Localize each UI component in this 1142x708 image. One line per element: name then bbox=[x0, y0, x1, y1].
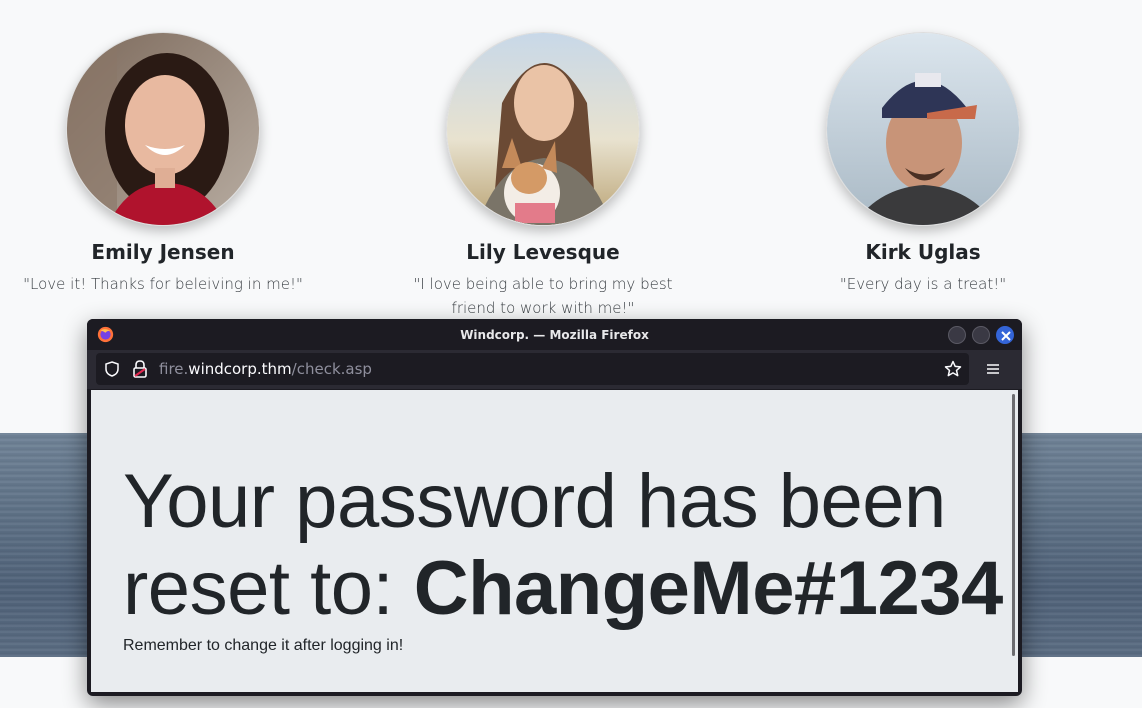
navigation-toolbar: fire.windcorp.thm/check.asp bbox=[87, 350, 1022, 389]
new-password: ChangeMe#1234 bbox=[413, 546, 1004, 631]
url-text[interactable]: fire.windcorp.thm/check.asp bbox=[159, 360, 372, 378]
window-title: Windcorp. — Mozilla Firefox bbox=[460, 327, 649, 342]
testimonial-quote: "I love being able to bring my best frie… bbox=[413, 275, 673, 317]
star-icon[interactable] bbox=[944, 360, 962, 378]
testimonial-card: Emily Jensen "Love it! Thanks for beleiv… bbox=[3, 32, 323, 296]
url-bar[interactable]: fire.windcorp.thm/check.asp bbox=[96, 353, 969, 385]
avatar bbox=[446, 32, 640, 226]
shield-icon[interactable] bbox=[104, 361, 120, 377]
hamburger-menu-icon[interactable] bbox=[986, 363, 1000, 375]
maximize-button[interactable] bbox=[972, 326, 990, 344]
scrollbar[interactable] bbox=[1012, 394, 1015, 656]
url-path: /check.asp bbox=[291, 360, 372, 378]
testimonial-card: Lily Levesque "I love being able to brin… bbox=[383, 32, 703, 320]
reminder-text: Remember to change it after logging in! bbox=[123, 637, 404, 654]
close-icon bbox=[1001, 331, 1011, 341]
avatar bbox=[826, 32, 1020, 226]
close-button[interactable] bbox=[996, 326, 1014, 344]
testimonial-quote: "Every day is a treat!" bbox=[839, 275, 1007, 293]
firefox-window: Windcorp. — Mozilla Firefox fire.windcor… bbox=[87, 319, 1022, 696]
password-reset-headline: Your password has been reset to: ChangeM… bbox=[123, 458, 1003, 632]
minimize-button[interactable] bbox=[948, 326, 966, 344]
testimonial-name: Lily Levesque bbox=[466, 240, 620, 264]
window-titlebar[interactable]: Windcorp. — Mozilla Firefox bbox=[87, 319, 1022, 350]
lock-icon[interactable] bbox=[132, 360, 148, 378]
avatar bbox=[66, 32, 260, 226]
url-prefix: fire. bbox=[159, 360, 189, 378]
testimonial-name: Kirk Uglas bbox=[865, 240, 981, 264]
url-host: windcorp.thm bbox=[188, 360, 292, 378]
firefox-logo-icon bbox=[97, 326, 114, 343]
page: Emily Jensen "Love it! Thanks for beleiv… bbox=[0, 0, 1142, 708]
testimonial-card: Kirk Uglas "Every day is a treat!" bbox=[763, 32, 1083, 296]
page-content: Your password has been reset to: ChangeM… bbox=[91, 390, 1018, 692]
testimonial-quote: "Love it! Thanks for beleiving in me!" bbox=[23, 275, 303, 293]
testimonial-name: Emily Jensen bbox=[91, 240, 235, 264]
